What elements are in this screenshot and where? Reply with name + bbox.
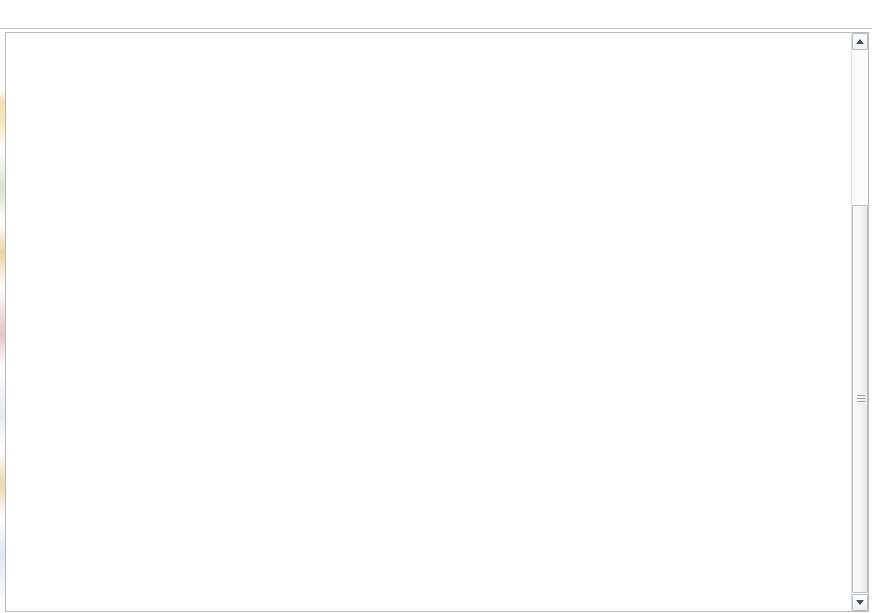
- scroll-up-arrow-icon: [856, 39, 864, 44]
- animation-gallery-frame: [0, 29, 872, 613]
- scrollbar-grip-icon: [857, 395, 865, 403]
- animation-gallery: [5, 32, 869, 612]
- gallery-vertical-scrollbar[interactable]: [851, 33, 868, 611]
- scroll-down-arrow-icon: [856, 600, 864, 605]
- ribbon-tab-bar: [0, 0, 872, 29]
- scroll-up-button[interactable]: [852, 33, 868, 50]
- scrollbar-track[interactable]: [852, 50, 868, 594]
- animation-gallery-scroll-area[interactable]: [6, 33, 851, 611]
- scroll-down-button[interactable]: [852, 594, 868, 611]
- scrollbar-thumb[interactable]: [852, 205, 868, 593]
